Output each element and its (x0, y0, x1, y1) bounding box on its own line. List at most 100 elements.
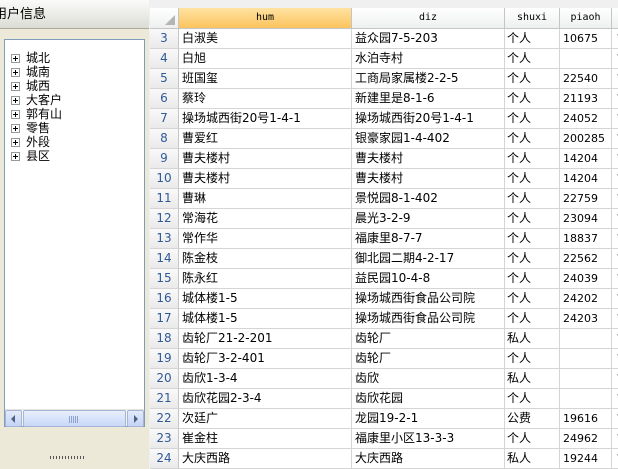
cell-piaoh[interactable] (560, 389, 612, 409)
cell-extra[interactable]: プ (612, 189, 618, 209)
table-row[interactable]: 17城体楼1-5操场城西街食品公司院个人24203プ (150, 309, 618, 329)
cell-extra[interactable]: プ (612, 269, 618, 289)
cell-hum[interactable]: 齿欣花园2-3-4 (179, 389, 352, 409)
table-row[interactable]: 22次廷广龙园19-2-1公费19616プ (150, 409, 618, 429)
cell-shuxi[interactable]: 个人 (505, 129, 560, 149)
cell-shuxi[interactable]: 个人 (505, 149, 560, 169)
cell-hum[interactable]: 操场城西街20号1-4-1 (179, 109, 352, 129)
cell-diz[interactable]: 齿轮厂 (352, 349, 505, 369)
cell-extra[interactable]: プ (612, 229, 618, 249)
cell-piaoh[interactable]: 24962 (560, 429, 612, 449)
table-row[interactable]: 11曹琳景悦园8-1-402个人22759プ (150, 189, 618, 209)
table-row[interactable]: 21齿欣花园2-3-4齿欣花园个人 プ (150, 389, 618, 409)
table-row[interactable]: 5班国玺工商局家属楼2-2-5个人22540プ (150, 69, 618, 89)
cell-piaoh[interactable]: 22562 (560, 249, 612, 269)
tree-item[interactable]: 外段 (11, 135, 50, 149)
cell-hum[interactable]: 曹琳 (179, 189, 352, 209)
cell-diz[interactable]: 银豪家园1-4-402 (352, 129, 505, 149)
cell-hum[interactable]: 蔡玲 (179, 89, 352, 109)
cell-diz[interactable]: 晨光3-2-9 (352, 209, 505, 229)
cell-extra[interactable]: プ (612, 429, 618, 449)
column-header-extra[interactable] (612, 8, 618, 29)
cell-extra[interactable]: プ (612, 369, 618, 389)
column-header-piaoh[interactable]: piaoh (560, 8, 612, 29)
cell-shuxi[interactable]: 个人 (505, 169, 560, 189)
plus-box-icon[interactable] (11, 81, 20, 91)
cell-piaoh[interactable]: 14204 (560, 169, 612, 189)
column-header-diz[interactable]: diz (352, 8, 505, 29)
row-number[interactable]: 7 (150, 109, 179, 129)
cell-shuxi[interactable]: 个人 (505, 349, 560, 369)
cell-piaoh[interactable]: 19616 (560, 409, 612, 429)
cell-extra[interactable]: プ (612, 89, 618, 109)
table-row[interactable]: 24大庆西路大庆西路私人19244プ (150, 449, 618, 469)
tree-item[interactable]: 城西 (11, 79, 50, 93)
cell-shuxi[interactable]: 个人 (505, 109, 560, 129)
cell-shuxi[interactable]: 个人 (505, 269, 560, 289)
cell-diz[interactable]: 曹夫楼村 (352, 169, 505, 189)
cell-hum[interactable]: 齿轮厂21-2-201 (179, 329, 352, 349)
row-number[interactable]: 3 (150, 29, 179, 49)
cell-extra[interactable]: プ (612, 149, 618, 169)
cell-piaoh[interactable]: 23094 (560, 209, 612, 229)
cell-diz[interactable]: 工商局家属楼2-2-5 (352, 69, 505, 89)
cell-piaoh[interactable]: 24203 (560, 309, 612, 329)
cell-extra[interactable]: プ (612, 409, 618, 429)
splitter-grip-icon[interactable] (50, 456, 84, 459)
cell-hum[interactable]: 曹夫楼村 (179, 149, 352, 169)
cell-hum[interactable]: 陈金枝 (179, 249, 352, 269)
cell-extra[interactable]: プ (612, 389, 618, 409)
plus-box-icon[interactable] (11, 137, 20, 147)
cell-diz[interactable]: 益众园7-5-203 (352, 29, 505, 49)
cell-diz[interactable]: 曹夫楼村 (352, 149, 505, 169)
table-row[interactable]: 13常作华福康里8-7-7个人18837プ (150, 229, 618, 249)
row-number[interactable]: 13 (150, 229, 179, 249)
cell-diz[interactable]: 水泊寺村 (352, 49, 505, 69)
tree-item[interactable]: 城北 (11, 51, 50, 65)
cell-hum[interactable]: 城体楼1-5 (179, 309, 352, 329)
tree-horizontal-scrollbar[interactable] (5, 409, 144, 427)
tree-item[interactable]: 零售 (11, 121, 50, 135)
cell-extra[interactable]: プ (612, 129, 618, 149)
arrow-right-icon[interactable] (127, 410, 144, 427)
cell-hum[interactable]: 常作华 (179, 229, 352, 249)
table-row[interactable]: 20齿欣1-3-4齿欣私人 プ (150, 369, 618, 389)
cell-diz[interactable]: 益民园10-4-8 (352, 269, 505, 289)
row-number[interactable]: 18 (150, 329, 179, 349)
table-row[interactable]: 19齿轮厂3-2-401齿轮厂个人 プ (150, 349, 618, 369)
cell-piaoh[interactable]: 19244 (560, 449, 612, 469)
column-header-hum[interactable]: hum (179, 8, 352, 29)
cell-diz[interactable]: 福康里小区13-3-3 (352, 429, 505, 449)
plus-box-icon[interactable] (11, 109, 20, 119)
cell-shuxi[interactable]: 个人 (505, 289, 560, 309)
cell-shuxi[interactable]: 个人 (505, 229, 560, 249)
cell-extra[interactable]: プ (612, 329, 618, 349)
cell-hum[interactable]: 齿欣1-3-4 (179, 369, 352, 389)
cell-diz[interactable]: 操场城西街食品公司院 (352, 309, 505, 329)
cell-hum[interactable]: 曹夫楼村 (179, 169, 352, 189)
row-number[interactable]: 11 (150, 189, 179, 209)
cell-shuxi[interactable]: 个人 (505, 29, 560, 49)
cell-piaoh[interactable]: 22759 (560, 189, 612, 209)
cell-diz[interactable]: 御北园二期4-2-17 (352, 249, 505, 269)
user-data-grid[interactable]: humdizshuxipiaoh 3白淑美益众园7-5-203个人10675プ4… (150, 8, 618, 469)
row-number[interactable]: 9 (150, 149, 179, 169)
cell-shuxi[interactable]: 私人 (505, 369, 560, 389)
cell-shuxi[interactable]: 个人 (505, 309, 560, 329)
cell-shuxi[interactable]: 个人 (505, 249, 560, 269)
cell-extra[interactable]: プ (612, 109, 618, 129)
cell-diz[interactable]: 齿欣 (352, 369, 505, 389)
plus-box-icon[interactable] (11, 95, 20, 105)
cell-piaoh[interactable]: 18837 (560, 229, 612, 249)
cell-diz[interactable]: 齿欣花园 (352, 389, 505, 409)
cell-diz[interactable]: 大庆西路 (352, 449, 505, 469)
row-number[interactable]: 21 (150, 389, 179, 409)
arrow-left-icon[interactable] (5, 410, 22, 427)
table-row[interactable]: 3白淑美益众园7-5-203个人10675プ (150, 29, 618, 49)
table-row[interactable]: 4白旭水泊寺村个人 プ (150, 49, 618, 69)
cell-diz[interactable]: 齿轮厂 (352, 329, 505, 349)
row-number[interactable]: 20 (150, 369, 179, 389)
table-row[interactable]: 7操场城西街20号1-4-1操场城西街20号1-4-1个人24052プ (150, 109, 618, 129)
cell-shuxi[interactable]: 个人 (505, 89, 560, 109)
row-number[interactable]: 4 (150, 49, 179, 69)
